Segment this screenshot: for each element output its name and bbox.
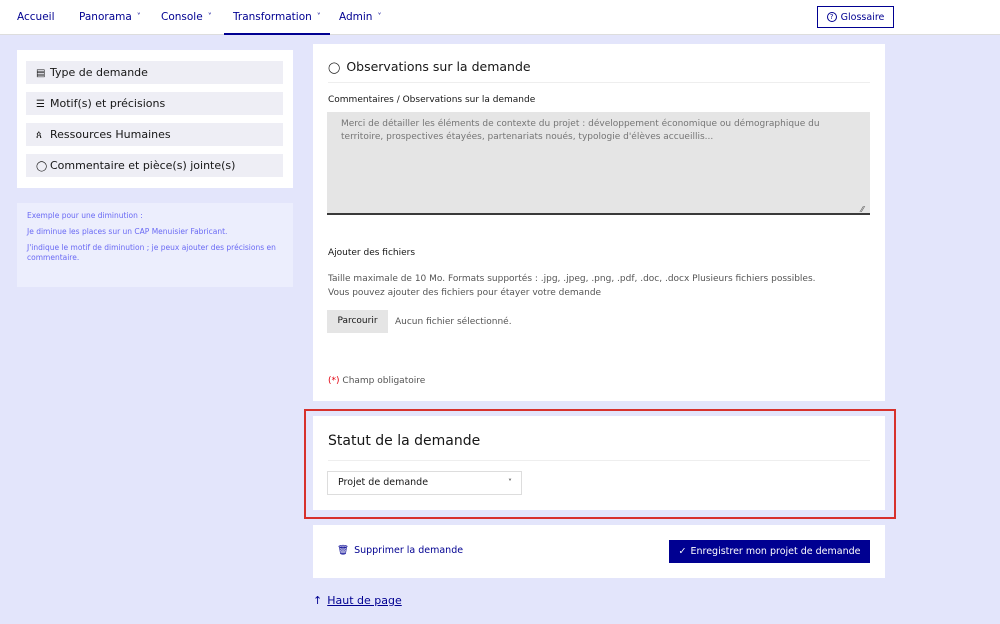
sidebar-item-ressources-humaines[interactable]: ጰ Ressources Humaines [26,123,283,146]
check-icon: ✓ [678,546,687,557]
glossary-button[interactable]: ? Glossaire [817,6,894,28]
comment-textarea[interactable] [327,112,870,215]
help-line: J'indique le motif de diminution ; je pe… [27,243,276,262]
delete-request-button[interactable]: 🗑 Supprimer la demande [337,545,463,556]
status-highlight-frame [304,409,896,519]
observations-title: ◯ Observations sur la demande [328,59,531,74]
nav-item-transformation[interactable]: Transformation ˅ [224,0,330,35]
chevron-down-icon: ˅ [136,12,141,21]
nav-item-console[interactable]: Console ˅ [161,0,212,35]
observations-card: ◯ Observations sur la demande Commentaire… [313,44,885,401]
people-icon: ጰ [36,130,42,141]
nav-label: Console [161,11,203,23]
comment-label: Commentaires / Observations sur la deman… [328,95,536,105]
sidebar-item-label: Type de demande [50,66,148,79]
delete-label: Supprimer la demande [354,545,464,556]
chevron-down-icon: ˅ [207,12,212,21]
back-to-top-link[interactable]: ↑ Haut de page [313,594,402,607]
help-title: Exemple pour une diminution : [27,211,143,220]
sidebar-item-commentaire[interactable]: ◯ Commentaire et pièce(s) jointe(s) [26,154,283,177]
save-request-button[interactable]: ✓ Enregistrer mon projet de demande [669,540,870,563]
sidebar-item-label: Commentaire et pièce(s) jointe(s) [50,159,236,172]
glossary-label: Glossaire [840,11,885,23]
top-link-label: Haut de page [327,594,402,607]
files-label: Ajouter des fichiers [328,248,416,258]
question-circle-icon: ? [826,12,837,22]
top-navigation: Accueil Panorama ˅ Console ˅ Transformatio… [0,0,1000,35]
help-line: Je diminue les places sur un CAP Menuisi… [27,227,228,236]
nav-label: Panorama [79,11,132,23]
sidebar-navigation: ▤ Type de demande ☰ Motif(s) et précisions… [17,50,293,188]
observations-title-text: Observations sur la demande [346,59,531,74]
no-file-text: Aucun fichier sélectionné. [395,317,512,327]
trash-icon: 🗑 [337,545,350,556]
sidebar-item-label: Motif(s) et précisions [50,97,166,110]
sidebar-item-motifs[interactable]: ☰ Motif(s) et précisions [26,92,283,115]
chat-bubble-icon: ◯ [328,61,341,74]
nav-label: Accueil [17,11,55,23]
nav-label: Transformation [233,11,312,23]
nav-item-admin[interactable]: Admin ˅ [339,0,381,35]
browse-button[interactable]: Parcourir [327,310,388,333]
list-icon: ☰ [36,99,45,110]
required-text: Champ obligatoire [342,376,426,386]
chevron-down-icon: ˅ [316,12,321,21]
sidebar-item-label: Ressources Humaines [50,128,171,141]
files-hint: Vous pouvez ajouter des fichiers pour ét… [328,288,602,298]
chevron-down-icon: ˅ [377,12,382,21]
save-label: Enregistrer mon projet de demande [690,546,861,557]
required-star: (*) [328,376,340,386]
nav-item-panorama[interactable]: Panorama ˅ [79,0,141,35]
files-hint: Taille maximale de 10 Mo. Formats suppor… [328,274,816,284]
nav-label: Admin [339,11,373,23]
nav-item-accueil[interactable]: Accueil [17,0,55,35]
chat-bubble-icon: ◯ [36,161,48,172]
help-example-box: Exemple pour une diminution : Je diminue… [17,203,293,287]
required-note: (*) Champ obligatoire [328,376,425,386]
sidebar-item-type-demande[interactable]: ▤ Type de demande [26,61,283,84]
actions-card: 🗑 Supprimer la demande ✓ Enregistrer mon p… [313,525,885,578]
divider [328,82,870,83]
resize-handle-icon[interactable]: ⁄⁄ [861,205,864,214]
document-icon: ▤ [36,68,46,79]
arrow-up-icon: ↑ [313,594,323,607]
